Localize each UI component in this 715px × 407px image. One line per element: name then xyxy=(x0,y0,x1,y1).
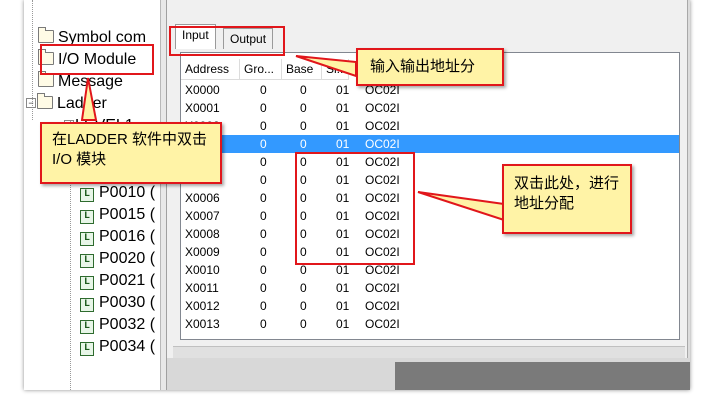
callout-tabs: 输入输出地址分 xyxy=(356,48,504,86)
callout-cells: 双击此处，进行地址分配 xyxy=(502,164,632,234)
pointer-arrow xyxy=(80,77,98,121)
callout-io-module: 在LADDER 软件中双击I/O 模块 xyxy=(40,122,222,184)
pointer-arrow xyxy=(417,191,505,222)
pointer-arrow xyxy=(295,55,357,78)
